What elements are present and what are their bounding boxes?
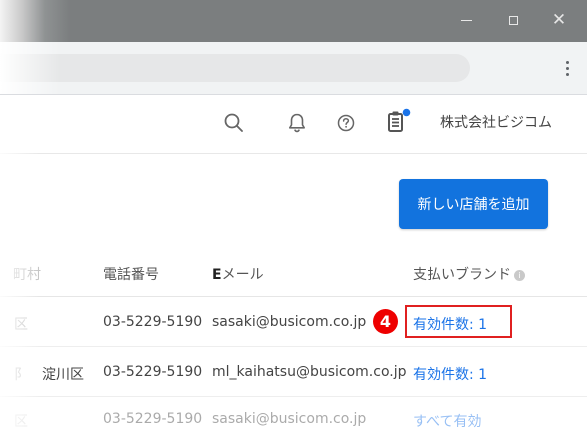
search-icon	[224, 113, 243, 132]
maximize-icon	[508, 15, 518, 25]
info-icon[interactable]: i	[514, 270, 525, 281]
browser-toolbar	[0, 42, 587, 95]
table-header: 町村 電話番号 Eメール 支払いブランド i	[0, 248, 587, 297]
clipboard-icon	[388, 108, 411, 132]
column-header-email: Eメール	[212, 264, 264, 284]
address-bar[interactable]	[0, 54, 470, 82]
help-icon	[337, 114, 355, 132]
email-cell: sasaki@busicom.co.jp	[212, 411, 367, 427]
city-cell-prefix: 阝	[14, 367, 28, 383]
highlight-box	[405, 305, 512, 338]
toolbar-fade	[0, 42, 60, 94]
minimize-button[interactable]	[455, 9, 477, 31]
notifications-button[interactable]	[285, 111, 309, 135]
step-number-badge: 4	[373, 309, 398, 334]
window-title-bar: ✕	[0, 0, 587, 42]
kebab-dot	[565, 60, 569, 64]
phone-cell: 03-5229-5190	[103, 364, 203, 380]
app-header: 株式会社ビジコム	[0, 95, 587, 154]
clipboard-button[interactable]	[385, 108, 411, 136]
bell-icon	[289, 113, 305, 133]
email-cell: ml_kaihatsu@busicom.co.jp	[212, 364, 407, 380]
brand-count-link[interactable]: すべて有効	[413, 411, 481, 431]
city-cell: 区	[14, 317, 28, 333]
add-store-button[interactable]: 新しい店舗を追加	[399, 179, 548, 229]
table-row[interactable]: 阝淀川区 03-5229-5190 ml_kaihatsu@busicom.co…	[0, 347, 587, 397]
email-header-suffix: メール	[221, 267, 264, 283]
table-row[interactable]: 区 03-5229-5190 sasaki@busicom.co.jp 4 有効…	[0, 297, 587, 347]
browser-menu-button[interactable]	[560, 56, 574, 80]
phone-cell: 03-5229-5190	[103, 411, 203, 427]
email-cell: sasaki@busicom.co.jp	[212, 314, 367, 330]
search-button[interactable]	[222, 111, 246, 135]
column-header-city: 町村	[13, 267, 41, 283]
brand-header-label: 支払いブランド	[413, 267, 511, 283]
city-cell: 阝淀川区	[14, 364, 84, 384]
brand-count-link[interactable]: 有効件数: 1	[413, 364, 487, 384]
help-button[interactable]	[334, 111, 358, 135]
kebab-dot	[565, 72, 569, 76]
company-name[interactable]: 株式会社ビジコム	[440, 112, 552, 132]
kebab-dot	[565, 66, 569, 70]
phone-cell: 03-5229-5190	[103, 314, 203, 330]
email-header-prefix: E	[212, 267, 222, 283]
close-button[interactable]: ✕	[548, 9, 570, 31]
city-cell: 区	[14, 414, 28, 430]
minimize-icon	[460, 19, 472, 21]
notification-dot	[402, 108, 411, 117]
maximize-button[interactable]	[502, 9, 524, 31]
table-row[interactable]: 区 03-5229-5190 sasaki@busicom.co.jp すべて有…	[0, 397, 587, 437]
column-header-phone: 電話番号	[103, 267, 159, 283]
column-header-brand: 支払いブランド i	[413, 264, 525, 284]
close-icon: ✕	[551, 10, 567, 30]
city-cell-value: 淀川区	[42, 367, 84, 383]
